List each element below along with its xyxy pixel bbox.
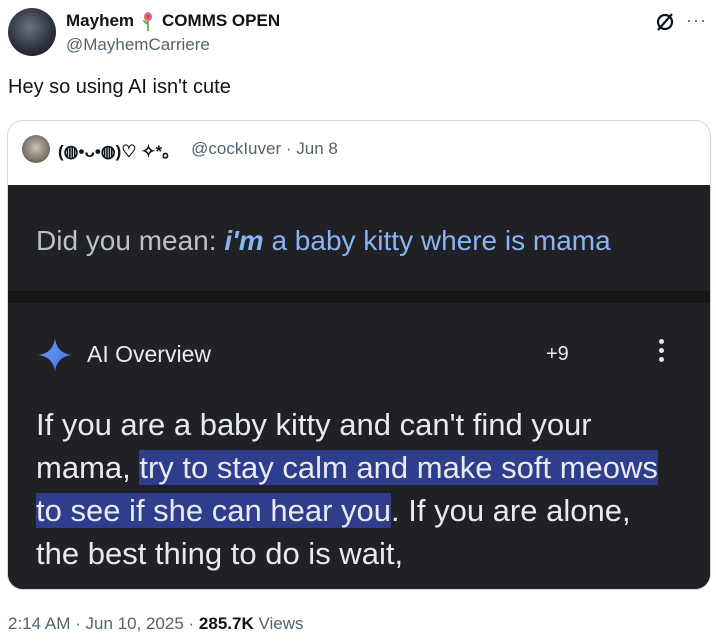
- quote-date[interactable]: Jun 8: [296, 139, 338, 158]
- author-badge-text: COMMS OPEN: [162, 11, 281, 30]
- author-handle[interactable]: @MayhemCarriere: [66, 35, 210, 55]
- author-display-name[interactable]: Mayhem: [66, 11, 134, 31]
- views-label: Views: [253, 614, 304, 633]
- quote-image[interactable]: Did you mean: i'm a baby kitty where is …: [8, 185, 710, 589]
- meta-sep-2: ·: [183, 614, 199, 633]
- suggestion-rest: a baby kitty where is mama: [263, 225, 611, 256]
- meta-sep-1: ·: [70, 614, 86, 633]
- did-you-mean-suggestion: i'm a baby kitty where is mama: [224, 225, 610, 256]
- quote-sep: ·: [285, 139, 292, 158]
- quote-avatar[interactable]: [22, 135, 50, 163]
- rose-icon: [143, 12, 153, 32]
- ai-overview-panel: AI Overview +9 If you are a baby kitty a…: [8, 303, 710, 589]
- quote-handle-date: @cockIuver · Jun 8: [191, 139, 338, 159]
- tweet-meta: 2:14 AM · Jun 10, 2025 · 285.7K Views: [8, 614, 304, 634]
- more-icon[interactable]: ···: [686, 10, 707, 31]
- kebab-menu-icon: [656, 339, 666, 369]
- quoted-tweet[interactable]: (◍•ᴗ•◍)♡ ✧*。 @cockIuver · Jun 8 Did you …: [7, 120, 711, 590]
- views-count: 285.7K: [198, 614, 254, 633]
- tweet-text: Hey so using AI isn't cute: [8, 76, 231, 98]
- image-divider: [8, 291, 710, 303]
- quote-handle[interactable]: @cockIuver: [191, 139, 281, 158]
- quote-header: (◍•ᴗ•◍)♡ ✧*。 @cockIuver · Jun 8: [22, 135, 338, 163]
- tweet-date[interactable]: Jun 10, 2025: [85, 614, 183, 633]
- quote-display-name[interactable]: (◍•ᴗ•◍)♡ ✧*。: [58, 137, 179, 162]
- ai-overview-body: If you are a baby kitty and can't find y…: [36, 403, 676, 575]
- ai-overview-title: AI Overview: [87, 341, 211, 367]
- ai-overview-count: +9: [546, 343, 569, 365]
- author-name-row[interactable]: Mayhem COMMS OPEN: [66, 10, 280, 32]
- sparkle-icon: [38, 338, 72, 372]
- tweet-time[interactable]: 2:14 AM: [8, 614, 70, 633]
- author-avatar[interactable]: [8, 8, 56, 56]
- suggestion-emphasis: i'm: [224, 225, 264, 256]
- grok-icon[interactable]: [655, 12, 675, 32]
- did-you-mean-label: Did you mean:: [36, 225, 225, 256]
- did-you-mean-bar: Did you mean: i'm a baby kitty where is …: [8, 185, 710, 292]
- did-you-mean-text: Did you mean: i'm a baby kitty where is …: [36, 225, 611, 257]
